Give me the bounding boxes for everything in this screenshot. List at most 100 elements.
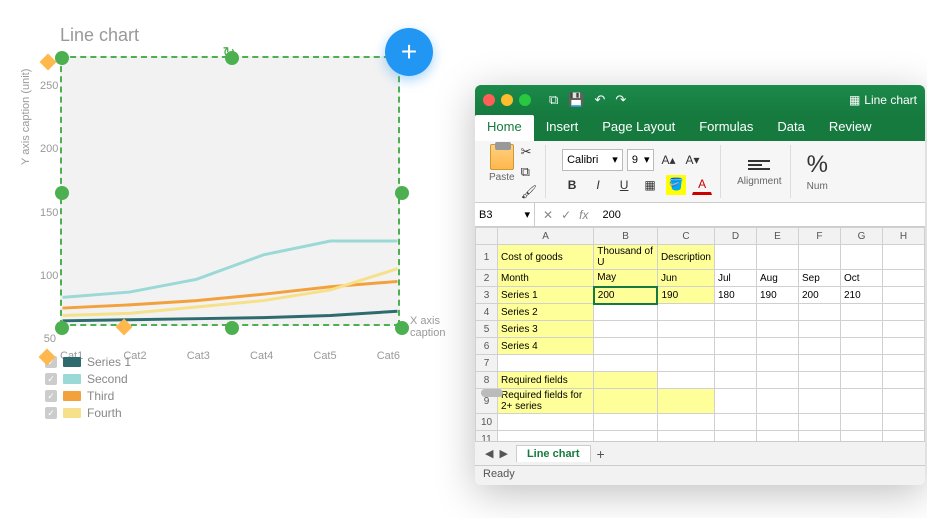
minimize-window-button[interactable] bbox=[501, 94, 513, 106]
cell[interactable] bbox=[657, 389, 714, 414]
legend-checkbox-icon[interactable]: ✓ bbox=[45, 407, 57, 419]
cell[interactable] bbox=[840, 355, 882, 372]
add-element-button[interactable]: + bbox=[385, 28, 433, 76]
legend-item[interactable]: ✓Fourth bbox=[45, 406, 131, 420]
font-size-select[interactable]: 9▾ bbox=[627, 149, 655, 171]
row-header[interactable]: 8 bbox=[476, 372, 498, 389]
cell[interactable] bbox=[756, 245, 798, 270]
cell[interactable] bbox=[840, 304, 882, 321]
cell[interactable] bbox=[657, 321, 714, 338]
cell[interactable]: Series 2 bbox=[498, 304, 594, 321]
col-header[interactable]: H bbox=[882, 228, 924, 245]
cell[interactable]: Cost of goods bbox=[498, 245, 594, 270]
row-header[interactable]: 2 bbox=[476, 270, 498, 287]
select-all-cell[interactable] bbox=[476, 228, 498, 245]
cell[interactable] bbox=[657, 355, 714, 372]
border-button[interactable]: ▦ bbox=[640, 175, 660, 195]
cell[interactable] bbox=[756, 321, 798, 338]
col-header[interactable]: F bbox=[798, 228, 840, 245]
cell[interactable] bbox=[840, 372, 882, 389]
row-header[interactable]: 1 bbox=[476, 245, 498, 270]
resize-handle-n[interactable] bbox=[225, 51, 239, 65]
cell[interactable] bbox=[498, 355, 594, 372]
cell[interactable] bbox=[714, 245, 756, 270]
cell[interactable]: Aug bbox=[756, 270, 798, 287]
horizontal-scrollbar-thumb[interactable] bbox=[481, 389, 503, 397]
cell[interactable]: Jun bbox=[657, 270, 714, 287]
cell[interactable]: Thousand of U bbox=[594, 245, 658, 270]
cell[interactable] bbox=[657, 431, 714, 442]
sheet-nav-prev-icon[interactable]: ◀ bbox=[483, 447, 495, 460]
cell[interactable] bbox=[714, 355, 756, 372]
cell[interactable]: Series 3 bbox=[498, 321, 594, 338]
cell[interactable]: 200 bbox=[594, 287, 658, 304]
cell[interactable] bbox=[798, 355, 840, 372]
cell[interactable]: 190 bbox=[657, 287, 714, 304]
cell[interactable] bbox=[714, 431, 756, 442]
ribbon-tab-review[interactable]: Review bbox=[817, 115, 884, 141]
resize-handle-e[interactable] bbox=[395, 186, 409, 200]
cell[interactable]: Series 4 bbox=[498, 338, 594, 355]
cell[interactable] bbox=[882, 414, 924, 431]
cell[interactable]: Oct bbox=[840, 270, 882, 287]
cell[interactable] bbox=[840, 338, 882, 355]
format-painter-icon[interactable]: 🖌 bbox=[521, 184, 538, 200]
row-header[interactable]: 10 bbox=[476, 414, 498, 431]
legend-item[interactable]: ✓Series 1 bbox=[45, 355, 131, 369]
cell[interactable] bbox=[840, 414, 882, 431]
cell[interactable]: Month bbox=[498, 270, 594, 287]
cell[interactable]: 200 bbox=[798, 287, 840, 304]
cell[interactable] bbox=[594, 414, 658, 431]
cell[interactable] bbox=[882, 372, 924, 389]
cell[interactable]: 210 bbox=[840, 287, 882, 304]
percent-icon[interactable]: % bbox=[807, 151, 828, 179]
resize-handle-w[interactable] bbox=[55, 186, 69, 200]
cell[interactable] bbox=[756, 389, 798, 414]
chart-canvas[interactable]: Line chart ↻ Y axis caption (unit) 25020… bbox=[20, 25, 440, 326]
cell[interactable] bbox=[594, 389, 658, 414]
resize-handle-se[interactable] bbox=[395, 321, 409, 335]
legend-checkbox-icon[interactable]: ✓ bbox=[45, 390, 57, 402]
cell[interactable] bbox=[714, 338, 756, 355]
chart-plot-area[interactable] bbox=[60, 56, 400, 326]
ribbon-tab-data[interactable]: Data bbox=[765, 115, 816, 141]
col-header[interactable]: E bbox=[756, 228, 798, 245]
cell[interactable] bbox=[657, 338, 714, 355]
cell[interactable] bbox=[714, 372, 756, 389]
cell[interactable]: Required fields bbox=[498, 372, 594, 389]
cell[interactable] bbox=[798, 414, 840, 431]
paste-icon[interactable] bbox=[490, 144, 514, 170]
ribbon-tab-home[interactable]: Home bbox=[475, 115, 534, 141]
italic-button[interactable]: I bbox=[588, 175, 608, 195]
cut-icon[interactable]: ✂ bbox=[521, 144, 538, 160]
col-header[interactable]: G bbox=[840, 228, 882, 245]
col-header[interactable]: C bbox=[657, 228, 714, 245]
underline-button[interactable]: U bbox=[614, 175, 634, 195]
formula-input[interactable]: 200 bbox=[596, 209, 925, 221]
bold-button[interactable]: B bbox=[562, 175, 582, 195]
window-titlebar[interactable]: ⧉ 💾 ↶ ↷ ▦ Line chart bbox=[475, 85, 925, 115]
resize-handle-nw[interactable] bbox=[55, 51, 69, 65]
align-icon[interactable] bbox=[748, 156, 770, 174]
row-header[interactable]: 5 bbox=[476, 321, 498, 338]
cell[interactable] bbox=[882, 338, 924, 355]
spreadsheet-grid[interactable]: ABCDEFGH 1Cost of goodsThousand of UDesc… bbox=[475, 227, 925, 441]
cell[interactable] bbox=[657, 414, 714, 431]
cell[interactable] bbox=[594, 355, 658, 372]
cell[interactable] bbox=[882, 245, 924, 270]
row-header[interactable]: 7 bbox=[476, 355, 498, 372]
undo-icon[interactable]: ↶ bbox=[594, 92, 605, 108]
cell[interactable] bbox=[882, 355, 924, 372]
cell[interactable]: May bbox=[594, 270, 658, 287]
cell[interactable]: 180 bbox=[714, 287, 756, 304]
cell[interactable] bbox=[882, 389, 924, 414]
cell[interactable] bbox=[756, 355, 798, 372]
cell[interactable] bbox=[594, 431, 658, 442]
cell[interactable] bbox=[840, 245, 882, 270]
cell[interactable] bbox=[798, 431, 840, 442]
accept-formula-icon[interactable]: ✓ bbox=[561, 208, 571, 222]
window-traffic-lights[interactable] bbox=[483, 94, 531, 106]
cancel-formula-icon[interactable]: ✕ bbox=[543, 208, 553, 222]
cell[interactable] bbox=[840, 321, 882, 338]
cell[interactable]: Sep bbox=[798, 270, 840, 287]
